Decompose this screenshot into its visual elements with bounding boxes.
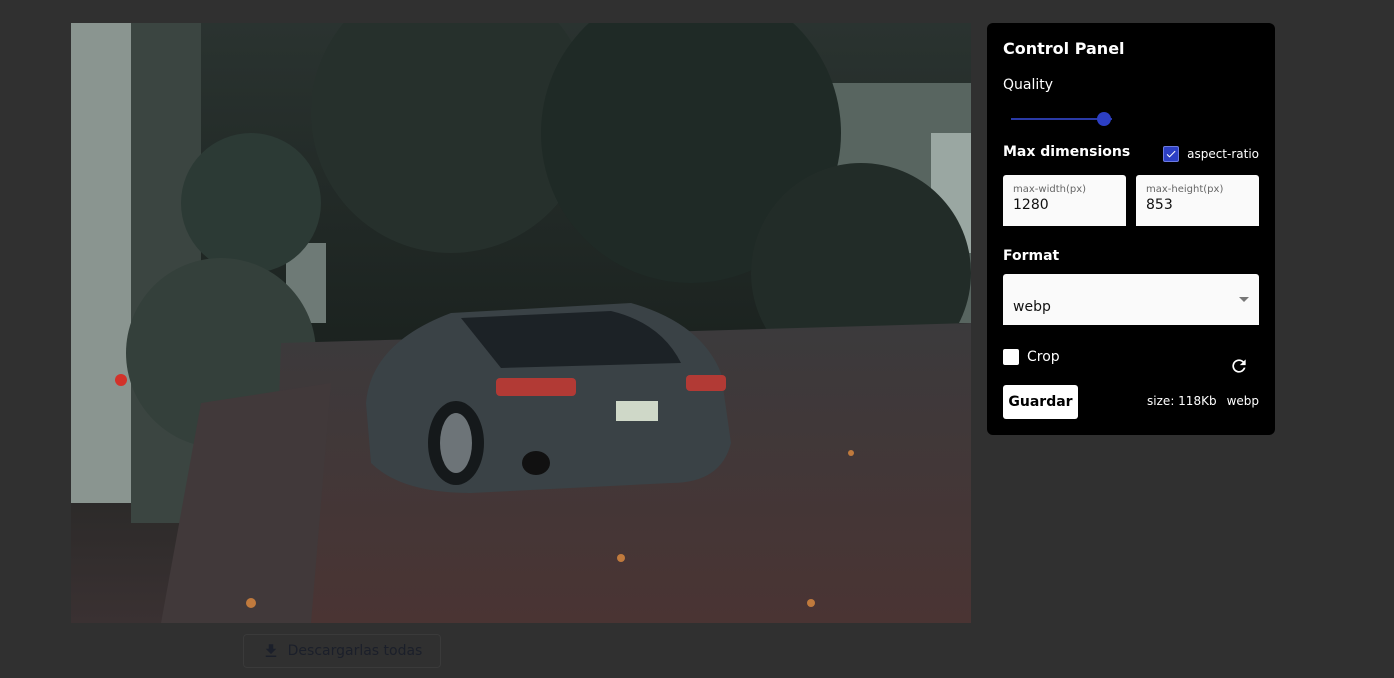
max-height-value[interactable]: 853 (1146, 197, 1249, 213)
refresh-icon[interactable] (1229, 356, 1249, 376)
download-all-button[interactable]: Descargarlas todas (243, 634, 441, 668)
control-panel: Control Panel Quality Max dimensions asp… (987, 23, 1275, 435)
quality-slider[interactable] (1011, 111, 1112, 127)
aspect-ratio-label: aspect-ratio (1187, 147, 1259, 161)
max-width-field[interactable]: max-width(px) 1280 (1003, 175, 1126, 226)
preview-image (71, 23, 971, 623)
download-icon (265, 644, 276, 657)
format-select[interactable]: webp (1003, 274, 1259, 325)
dropdown-caret-icon (1239, 297, 1249, 302)
download-all-label: Descargarlas todas (287, 643, 423, 659)
max-height-label: max-height(px) (1146, 184, 1224, 195)
save-button[interactable]: Guardar (1003, 385, 1078, 419)
max-width-label: max-width(px) (1013, 184, 1087, 195)
size-text: size: 118Kb (1147, 394, 1217, 408)
crop-checkbox[interactable] (1003, 349, 1019, 365)
max-width-value[interactable]: 1280 (1013, 197, 1116, 213)
panel-title: Control Panel (1003, 39, 1125, 58)
format-text: webp (1226, 394, 1259, 408)
aspect-ratio-checkbox[interactable] (1163, 146, 1180, 162)
max-dimensions-label: Max dimensions (1003, 144, 1131, 160)
crop-label: Crop (1027, 349, 1060, 365)
size-info: size: 118Kb webp (1147, 394, 1259, 408)
format-selected-value: webp (1013, 298, 1051, 315)
crop-toggle[interactable]: Crop (1003, 349, 1060, 365)
slider-thumb[interactable] (1096, 112, 1111, 126)
quality-label: Quality (1003, 77, 1054, 93)
max-height-field[interactable]: max-height(px) 853 (1136, 175, 1259, 226)
aspect-ratio-toggle[interactable]: aspect-ratio (1163, 146, 1259, 162)
format-label: Format (1003, 248, 1060, 264)
check-icon (1166, 150, 1176, 158)
